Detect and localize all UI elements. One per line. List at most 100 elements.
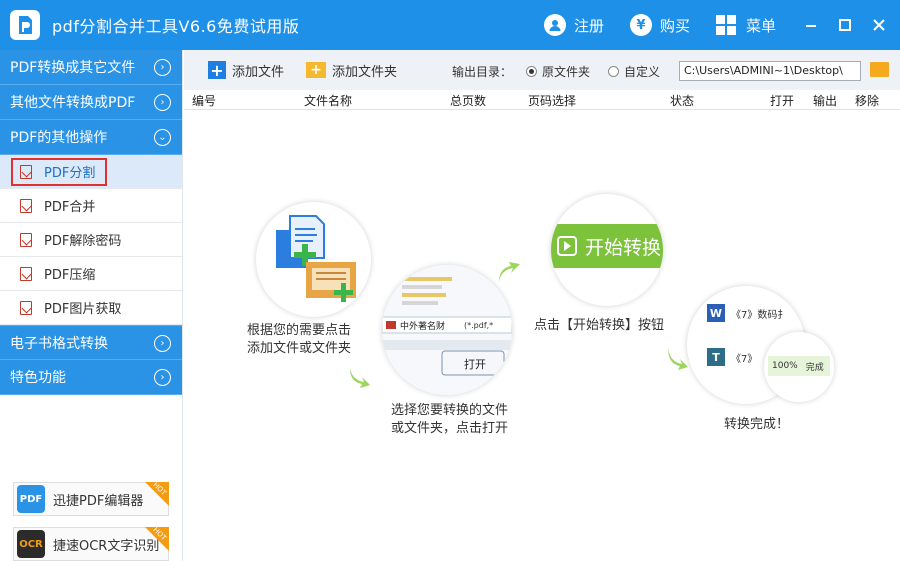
pdf-file-icon <box>20 300 32 315</box>
radio-selected-icon <box>526 66 537 77</box>
dialog-filter: (*.pdf,* <box>464 321 493 330</box>
minimize-button[interactable] <box>794 0 828 50</box>
radio-label: 原文件夹 <box>542 65 591 79</box>
add-folder-button[interactable]: + 添加文件夹 <box>306 61 397 80</box>
register-label: 注册 <box>573 16 604 35</box>
category-label: 其他文件转换成PDF <box>10 95 136 111</box>
radio-original-folder[interactable]: 原文件夹 <box>526 63 590 80</box>
step1-caption: 根据您的需要点击 添加文件或文件夹 <box>247 322 397 358</box>
sidebar: PDF转换成其它文件 › 其他文件转换成PDF › PDF的其他操作 ⌄ PDF… <box>0 50 183 561</box>
add-file-label: 添加文件 <box>232 64 285 80</box>
sidebar-category-pdf-to-other[interactable]: PDF转换成其它文件 › <box>0 50 182 85</box>
open-dialog-icon: 中外著名财 (*.pdf,* 打开 <box>382 265 512 395</box>
menu-label: 菜单 <box>745 16 776 35</box>
promo-pdf-editor[interactable]: PDF 迅捷PDF编辑器 HOT <box>13 481 169 516</box>
output-dir-label: 输出目录： <box>452 65 513 79</box>
txt-file-icon: T <box>707 348 725 366</box>
add-folder-label: 添加文件夹 <box>332 64 398 80</box>
start-convert-button-illustration: 开始转换 <box>551 224 663 268</box>
menu-button[interactable]: 菜单 <box>715 15 776 36</box>
sidebar-category-special[interactable]: 特色功能 › <box>0 360 182 395</box>
pdf-file-icon <box>20 266 32 281</box>
grid-menu-icon <box>715 15 736 35</box>
chevron-down-icon: ⌄ <box>154 129 171 146</box>
done-item2-label: 《7》 <box>731 353 758 365</box>
sidebar-category-ebook[interactable]: 电子书格式转换 › <box>0 325 182 360</box>
ocr-logo-icon: OCR <box>17 530 45 558</box>
dialog-open-button: 打开 <box>464 357 486 371</box>
radio-label: 自定义 <box>624 65 661 79</box>
maximize-icon <box>839 19 851 31</box>
col-index: 编号 <box>192 94 217 108</box>
step3-illustration: 开始转换 <box>551 194 663 306</box>
sidebar-item-pdf-compress[interactable]: PDF压缩 <box>0 257 182 291</box>
step1-text: 根据您的需要点击 添加文件或文件夹 <box>247 323 352 356</box>
progress-percent: 100% <box>772 361 798 371</box>
register-button[interactable]: 注册 <box>543 14 604 36</box>
yen-icon: ¥ <box>629 14 652 36</box>
sidebar-item-pdf-split[interactable]: PDF分割 <box>0 155 182 189</box>
maximize-button[interactable] <box>828 0 862 50</box>
col-page-select: 页码选择 <box>528 94 577 108</box>
title-bar: pdf分割合并工具V6.6免费试用版 注册 ¥ 购买 菜单 <box>0 0 900 50</box>
sidebar-item-label: PDF合并 <box>44 200 96 215</box>
start-convert-label: 开始转换 <box>585 236 662 259</box>
promo-ocr[interactable]: OCR 捷速OCR文字识别 HOT <box>13 526 169 561</box>
step1-illustration <box>256 202 371 317</box>
sidebar-category-other-to-pdf[interactable]: 其他文件转换成PDF › <box>0 85 182 120</box>
minimize-icon <box>806 25 816 27</box>
promo-label: 迅捷PDF编辑器 <box>53 493 144 509</box>
col-open: 打开 <box>770 94 795 108</box>
radio-custom-folder[interactable]: 自定义 <box>608 63 660 80</box>
sidebar-item-pdf-image-extract[interactable]: PDF图片获取 <box>0 291 182 325</box>
progress-status: 完成 <box>805 362 824 373</box>
file-table-header: 编号 文件名称 总页数 页码选择 状态 打开 输出 移除 <box>184 90 900 110</box>
step2-illustration: 中外著名财 (*.pdf,* 打开 <box>382 265 512 395</box>
col-filename: 文件名称 <box>304 94 353 108</box>
step4-text: 转换完成！ <box>724 417 790 432</box>
step3-caption: 点击【开始转换】按钮 <box>534 317 694 335</box>
toolbar: + 添加文件 + 添加文件夹 输出目录： 原文件夹 自定义 C:\Users\A… <box>184 50 900 90</box>
add-folder-icon: + <box>306 62 327 78</box>
chevron-right-icon: › <box>154 59 171 76</box>
sidebar-item-label: PDF压缩 <box>44 268 96 283</box>
col-status: 状态 <box>670 94 695 108</box>
sidebar-item-pdf-unlock[interactable]: PDF解除密码 <box>0 223 182 257</box>
word-file-icon: W <box>707 304 725 322</box>
col-total-pages: 总页数 <box>450 94 487 108</box>
category-label: 特色功能 <box>10 370 66 386</box>
buy-label: 购买 <box>659 16 690 35</box>
green-arrow-down-icon <box>350 368 370 388</box>
close-button[interactable] <box>862 0 896 50</box>
category-label: PDF的其他操作 <box>10 130 108 146</box>
sidebar-item-pdf-merge[interactable]: PDF合并 <box>0 189 182 223</box>
sidebar-item-label: PDF解除密码 <box>44 234 122 249</box>
green-arrow-up-icon <box>499 262 520 282</box>
output-path-field[interactable]: C:\Users\ADMINI~1\Desktop\ <box>679 61 861 81</box>
pdf-file-icon <box>20 164 32 179</box>
done-item-text: T 《7》 <box>707 348 757 366</box>
pdf-file-icon <box>20 198 32 213</box>
sidebar-category-pdf-other-ops[interactable]: PDF的其他操作 ⌄ <box>0 120 182 155</box>
col-remove: 移除 <box>855 94 880 108</box>
col-output: 输出 <box>813 94 838 108</box>
step2-text: 选择您要转换的文件 或文件夹，点击打开 <box>391 403 509 436</box>
buy-button[interactable]: ¥ 购买 <box>629 14 690 36</box>
step4-progress-bubble: 100% 完成 <box>764 332 834 402</box>
promo-label: 捷速OCR文字识别 <box>53 538 160 554</box>
add-file-folder-icon <box>276 215 356 302</box>
step2-caption: 选择您要转换的文件 或文件夹，点击打开 <box>391 402 551 438</box>
add-file-icon: + <box>208 61 226 80</box>
play-icon <box>557 236 577 256</box>
pdf-editor-logo-icon: PDF <box>17 485 45 513</box>
app-logo-icon <box>10 10 40 40</box>
user-icon <box>543 14 566 36</box>
radio-unselected-icon <box>608 66 619 77</box>
add-file-button[interactable]: + 添加文件 <box>208 61 284 80</box>
window-title: pdf分割合并工具V6.6免费试用版 <box>52 17 300 36</box>
browse-folder-icon[interactable] <box>870 62 889 77</box>
guide-area: 根据您的需要点击 添加文件或文件夹 中外著名财 (*.pdf,* 打开 选择您要… <box>184 110 900 561</box>
chevron-right-icon: › <box>154 369 171 386</box>
category-label: 电子书格式转换 <box>10 335 108 352</box>
main-panel: + 添加文件 + 添加文件夹 输出目录： 原文件夹 自定义 C:\Users\A… <box>184 50 900 561</box>
